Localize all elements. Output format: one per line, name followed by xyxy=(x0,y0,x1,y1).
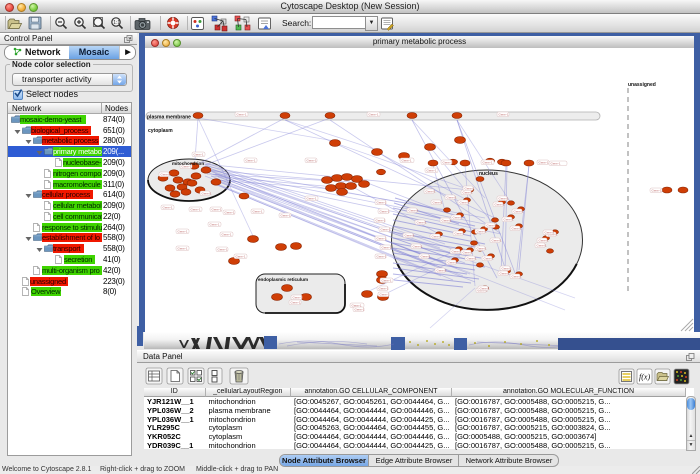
svg-text:Gene-1: Gene-1 xyxy=(453,216,463,220)
svg-text:Gene-1: Gene-1 xyxy=(499,197,509,201)
svg-text:Gene-1: Gene-1 xyxy=(293,296,303,300)
svg-text:Gene-1: Gene-1 xyxy=(652,189,662,193)
svg-text:Gene-1: Gene-1 xyxy=(483,161,493,165)
svg-text:Gene-1: Gene-1 xyxy=(467,257,477,261)
svg-text:Gene-1: Gene-1 xyxy=(484,257,494,261)
svg-text:Gene-1: Gene-1 xyxy=(448,261,458,265)
svg-text:Gene-1: Gene-1 xyxy=(236,255,246,259)
svg-text:cytoplasm: cytoplasm xyxy=(148,128,173,134)
svg-text:Gene-1: Gene-1 xyxy=(382,279,392,283)
svg-text:Gene-1: Gene-1 xyxy=(253,210,263,214)
svg-text:unassigned: unassigned xyxy=(628,82,656,88)
svg-text:Gene-1: Gene-1 xyxy=(191,208,201,212)
svg-text:Gene-1: Gene-1 xyxy=(463,191,473,195)
svg-text:Gene-1: Gene-1 xyxy=(455,232,465,236)
svg-text:plasma membrane: plasma membrane xyxy=(147,115,191,121)
svg-text:Gene-1: Gene-1 xyxy=(291,301,301,305)
svg-text:1:1: 1:1 xyxy=(113,20,120,26)
svg-text:Gene-1: Gene-1 xyxy=(433,201,443,205)
svg-text:Gene-1: Gene-1 xyxy=(405,234,415,238)
svg-text:f(x): f(x) xyxy=(639,373,650,382)
svg-text:Gene-1: Gene-1 xyxy=(500,272,510,276)
svg-text:Gene-1: Gene-1 xyxy=(212,208,222,212)
svg-text:Gene-1: Gene-1 xyxy=(539,161,549,165)
svg-text:Gene-1: Gene-1 xyxy=(281,214,291,218)
svg-text:Gene-1: Gene-1 xyxy=(495,203,505,207)
svg-text:Gene-1: Gene-1 xyxy=(307,197,317,201)
svg-text:Gene-1: Gene-1 xyxy=(447,196,457,200)
svg-text:Gene-1: Gene-1 xyxy=(502,267,512,271)
svg-text:Gene-1: Gene-1 xyxy=(202,192,212,196)
svg-text:Gene-1: Gene-1 xyxy=(178,247,188,251)
svg-text:Gene-1: Gene-1 xyxy=(437,269,447,273)
svg-text:Gene-1: Gene-1 xyxy=(417,221,427,225)
svg-text:Gene-1: Gene-1 xyxy=(377,255,387,259)
svg-text:Gene-1: Gene-1 xyxy=(163,206,173,210)
svg-text:Gene-1: Gene-1 xyxy=(514,210,524,214)
svg-text:Gene-1: Gene-1 xyxy=(539,239,549,243)
svg-text:Gene-1: Gene-1 xyxy=(442,219,452,223)
svg-text:Gene-1: Gene-1 xyxy=(499,113,509,117)
svg-text:Gene-1: Gene-1 xyxy=(413,245,423,249)
svg-text:Gene-1: Gene-1 xyxy=(246,159,256,163)
svg-text:Gene-1: Gene-1 xyxy=(409,209,419,213)
svg-text:Gene-1: Gene-1 xyxy=(222,233,232,237)
svg-text:Gene-1: Gene-1 xyxy=(427,169,437,173)
svg-text:Gene-1: Gene-1 xyxy=(480,287,490,291)
svg-text:Gene-1: Gene-1 xyxy=(210,223,220,227)
svg-text:Gene-1: Gene-1 xyxy=(426,190,436,194)
svg-text:Gene-1: Gene-1 xyxy=(492,239,502,243)
svg-text:Gene-1: Gene-1 xyxy=(381,228,391,232)
svg-text:Gene-1: Gene-1 xyxy=(178,230,188,234)
svg-text:Gene-1: Gene-1 xyxy=(218,248,228,252)
svg-text:Gene-1: Gene-1 xyxy=(237,113,247,117)
svg-text:Gene-1: Gene-1 xyxy=(307,159,317,163)
svg-text:Gene-1: Gene-1 xyxy=(225,211,235,215)
svg-text:Gene-1: Gene-1 xyxy=(432,235,442,239)
svg-text:Gene-1: Gene-1 xyxy=(545,231,555,235)
svg-text:Gene-1: Gene-1 xyxy=(369,113,379,117)
svg-text:mitochondrion: mitochondrion xyxy=(172,161,204,166)
svg-text:endoplasmic reticulum: endoplasmic reticulum xyxy=(258,277,308,282)
svg-text:Gene-1: Gene-1 xyxy=(402,159,412,163)
svg-text:Gene-1: Gene-1 xyxy=(452,250,462,254)
svg-text:Gene-1: Gene-1 xyxy=(465,187,475,191)
svg-text:Gene-1: Gene-1 xyxy=(460,201,470,205)
svg-text:Gene-1: Gene-1 xyxy=(380,293,390,297)
svg-text:Gene-1: Gene-1 xyxy=(379,287,389,291)
svg-text:Gene-1: Gene-1 xyxy=(194,153,204,157)
svg-text:Gene-1: Gene-1 xyxy=(382,246,392,250)
svg-text:Gene-1: Gene-1 xyxy=(380,210,390,214)
svg-text:Gene-1: Gene-1 xyxy=(463,251,473,255)
svg-text:nucleus: nucleus xyxy=(479,171,498,177)
svg-text:Gene-1: Gene-1 xyxy=(377,237,387,241)
svg-text:Gene-1: Gene-1 xyxy=(161,173,171,177)
svg-text:Gene-1: Gene-1 xyxy=(487,224,497,228)
svg-text:Gene-1: Gene-1 xyxy=(355,308,365,312)
svg-text:Gene-1: Gene-1 xyxy=(512,227,522,231)
svg-text:Gene-1: Gene-1 xyxy=(477,247,487,251)
svg-text:Gene-1: Gene-1 xyxy=(551,162,561,166)
svg-text:Gene-1: Gene-1 xyxy=(376,219,386,223)
svg-text:Gene-1: Gene-1 xyxy=(477,230,487,234)
svg-text:Gene-1: Gene-1 xyxy=(443,161,453,165)
svg-text:Gene-1: Gene-1 xyxy=(512,275,522,279)
svg-text:Gene-1: Gene-1 xyxy=(504,218,514,222)
svg-text:Gene-1: Gene-1 xyxy=(377,201,387,205)
svg-text:Gene-1: Gene-1 xyxy=(537,244,547,248)
svg-text:Gene-1: Gene-1 xyxy=(421,255,431,259)
